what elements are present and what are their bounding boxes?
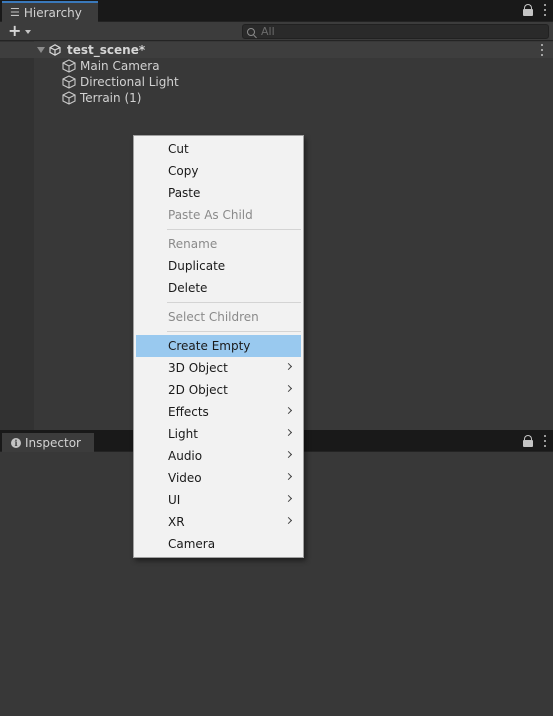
hierarchy-tab-bar: ☰ Hierarchy [0,0,553,22]
menu-item-cut[interactable]: Cut [136,138,301,160]
menu-item-copy[interactable]: Copy [136,160,301,182]
menu-item-label: Camera [168,537,216,551]
tab-hierarchy[interactable]: ☰ Hierarchy [2,1,98,22]
menu-separator [167,331,301,332]
hierarchy-item-main-camera[interactable]: Main Camera [62,58,160,74]
chevron-right-icon [284,428,293,437]
hierarchy-panel-controls [523,4,547,16]
context-menu: Cut Copy Paste Paste As Child Rename Dup… [133,135,304,558]
list-icon: ☰ [10,6,20,19]
chevron-right-icon [284,362,293,371]
menu-item-label: Effects [168,405,209,419]
gameobject-cube-icon [62,91,76,105]
menu-separator [167,229,301,230]
hierarchy-item-directional-light[interactable]: Directional Light [62,74,179,90]
search-input[interactable] [261,25,531,38]
hierarchy-toolbar: + [0,22,553,41]
menu-item-rename: Rename [136,233,301,255]
menu-item-light[interactable]: Light [136,423,301,445]
menu-item-ui[interactable]: UI [136,489,301,511]
more-options-icon[interactable] [543,435,547,447]
menu-item-label: Select Children [168,310,259,324]
add-object-button[interactable]: + [8,21,32,40]
menu-item-label: Video [168,471,202,485]
menu-item-label: Rename [168,237,218,251]
tab-inspector[interactable]: i Inspector [2,433,94,452]
scene-options-icon[interactable] [540,44,544,56]
plus-icon: + [8,21,22,40]
menu-item-label: Duplicate [168,259,226,273]
menu-item-duplicate[interactable]: Duplicate [136,255,301,277]
menu-item-2d-object[interactable]: 2D Object [136,379,301,401]
tab-inspector-label: Inspector [25,435,81,450]
hierarchy-item-terrain[interactable]: Terrain (1) [62,90,141,106]
menu-item-label: Create Empty [168,339,251,353]
gameobject-cube-icon [62,75,76,89]
menu-item-label: Audio [168,449,203,463]
info-icon: i [11,437,21,448]
chevron-right-icon [284,406,293,415]
chevron-right-icon [284,494,293,503]
more-options-icon[interactable] [543,4,547,16]
menu-item-label: Delete [168,281,208,295]
lock-icon[interactable] [523,4,533,16]
menu-separator [167,302,301,303]
chevron-right-icon [284,384,293,393]
menu-item-effects[interactable]: Effects [136,401,301,423]
chevron-right-icon [284,516,293,525]
hierarchy-item-label: Terrain (1) [80,91,142,105]
gameobject-cube-icon [62,59,76,73]
menu-item-label: Light [168,427,198,441]
menu-item-label: 2D Object [168,383,228,397]
chevron-right-icon [284,450,293,459]
menu-item-label: XR [168,515,185,529]
search-icon [247,27,255,36]
menu-item-label: Paste [168,186,201,200]
menu-item-audio[interactable]: Audio [136,445,301,467]
unity-scene-icon [49,44,61,56]
menu-item-create-empty[interactable]: Create Empty [136,335,301,357]
menu-item-video[interactable]: Video [136,467,301,489]
dropdown-caret-icon [25,29,32,34]
hierarchy-gutter [0,41,34,430]
menu-item-select-children: Select Children [136,306,301,328]
hierarchy-item-label: Main Camera [80,59,160,73]
menu-item-delete[interactable]: Delete [136,277,301,299]
inspector-panel-controls [523,435,547,447]
search-field[interactable] [242,24,549,39]
menu-item-xr[interactable]: XR [136,511,301,533]
menu-item-label: Paste As Child [168,208,253,222]
menu-item-paste[interactable]: Paste [136,182,301,204]
hierarchy-item-label: Directional Light [80,75,179,89]
scene-row[interactable]: test_scene* [0,42,553,58]
tab-hierarchy-label: Hierarchy [23,5,82,20]
chevron-right-icon [284,472,293,481]
menu-item-label: Copy [168,164,199,178]
menu-item-label: 3D Object [168,361,228,375]
menu-item-paste-as-child: Paste As Child [136,204,301,226]
lock-icon[interactable] [523,435,533,447]
scene-name: test_scene* [67,43,146,57]
menu-item-label: UI [168,493,181,507]
fold-arrow-icon[interactable] [37,47,45,53]
menu-item-3d-object[interactable]: 3D Object [136,357,301,379]
menu-item-camera[interactable]: Camera [136,533,301,555]
menu-item-label: Cut [168,142,189,156]
